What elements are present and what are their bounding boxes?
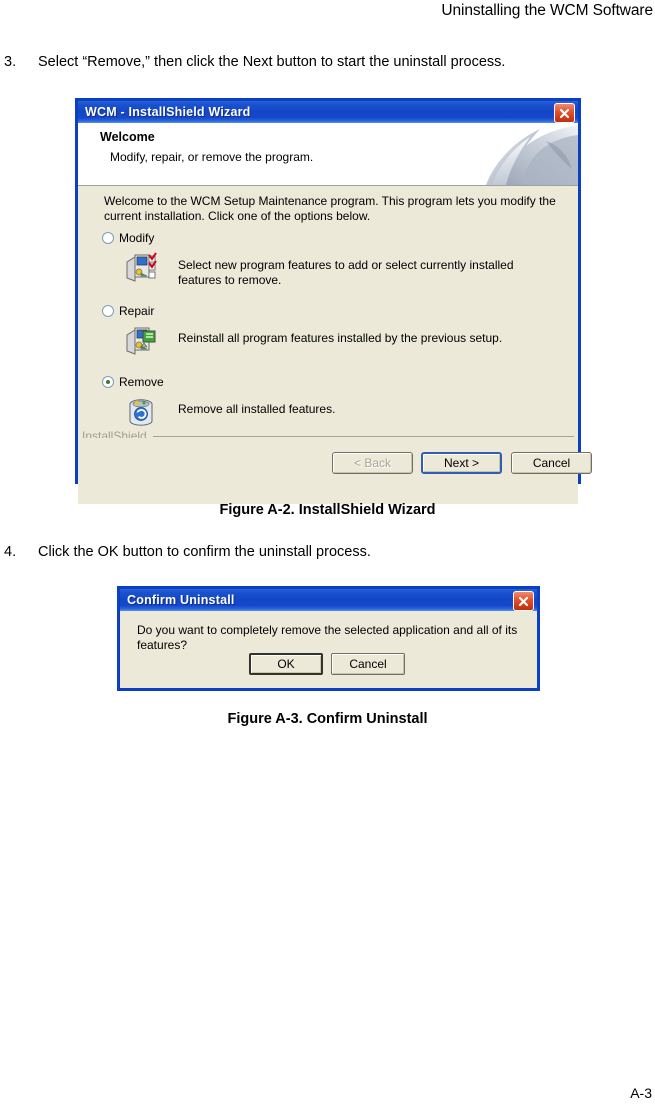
- page-header-title: Uninstalling the WCM Software: [441, 2, 653, 19]
- figure-caption-a3: Figure A-3. Confirm Uninstall: [227, 711, 428, 727]
- step-item-3: 3. Select “Remove,” then click the Next b…: [0, 52, 640, 72]
- installshield-wizard-titlebar: WCM - InstallShield Wizard: [78, 101, 578, 123]
- step-text: Select “Remove,” then click the Next but…: [38, 54, 506, 70]
- repair-features-icon: [124, 324, 158, 358]
- radio-label-modify: Modify: [119, 230, 155, 245]
- page-header: Uninstalling the WCM Software: [0, 0, 655, 26]
- wizard-header-title: Welcome: [100, 130, 155, 144]
- radio-row-remove[interactable]: Remove: [102, 374, 554, 389]
- modify-features-icon: [124, 251, 158, 285]
- step-text: Click the OK button to confirm the unins…: [38, 544, 371, 560]
- confirm-message: Do you want to completely remove the sel…: [137, 623, 518, 652]
- recycle-bin-icon: [124, 395, 158, 429]
- page-number: A-3: [630, 1085, 652, 1101]
- radio-repair[interactable]: [102, 304, 114, 317]
- step-number: 4.: [4, 544, 17, 560]
- radio-row-modify[interactable]: Modify: [102, 230, 554, 245]
- next-button[interactable]: Next >: [421, 452, 502, 474]
- wizard-footer: < Back Next > Cancel: [78, 438, 592, 504]
- option-description-modify: Select new program features to add or se…: [178, 258, 514, 287]
- confirm-uninstall-body: Do you want to completely remove the sel…: [120, 611, 537, 688]
- divider: [152, 435, 574, 437]
- radio-remove[interactable]: [102, 375, 114, 388]
- window-title: WCM - InstallShield Wizard: [85, 105, 251, 119]
- confirm-uninstall-titlebar: Confirm Uninstall: [120, 589, 537, 611]
- radio-modify[interactable]: [102, 231, 114, 244]
- option-detail-remove: Remove all installed features.: [102, 395, 554, 429]
- wizard-header-subtitle: Modify, repair, or remove the program.: [110, 150, 314, 164]
- option-modify[interactable]: Modify Select new program features to ad…: [102, 230, 554, 287]
- close-icon[interactable]: [513, 591, 534, 611]
- ok-button[interactable]: OK: [249, 653, 323, 675]
- option-description-remove: Remove all installed features.: [178, 402, 336, 416]
- dialog-title: Confirm Uninstall: [127, 593, 235, 607]
- step-number: 3.: [4, 54, 17, 70]
- radio-label-repair: Repair: [119, 303, 155, 318]
- radio-row-repair[interactable]: Repair: [102, 303, 554, 318]
- wizard-intro-text: Welcome to the WCM Setup Maintenance pro…: [104, 194, 556, 223]
- figure-caption-a2: Figure A-2. InstallShield Wizard: [219, 502, 436, 518]
- option-detail-modify: Select new program features to add or se…: [102, 251, 554, 287]
- wizard-banner-artwork-icon: [468, 123, 578, 185]
- close-icon[interactable]: [554, 103, 575, 123]
- installshield-wizard-window: WCM - InstallShield Wizard Welcome Modif…: [75, 98, 592, 504]
- option-remove[interactable]: Remove Remove all installed features.: [102, 374, 554, 429]
- page-footer: A-3: [0, 1085, 655, 1101]
- step-item-4: 4. Click the OK button to confirm the uni…: [0, 542, 640, 562]
- wizard-body: Welcome to the WCM Setup Maintenance pro…: [78, 186, 592, 504]
- option-description-repair: Reinstall all program features installed…: [178, 331, 503, 345]
- wizard-header-banner: Welcome Modify, repair, or remove the pr…: [78, 123, 578, 186]
- option-repair[interactable]: Repair Reinstall all program features in…: [102, 303, 554, 358]
- radio-label-remove: Remove: [119, 374, 164, 389]
- cancel-button[interactable]: Cancel: [331, 653, 405, 675]
- cancel-button[interactable]: Cancel: [511, 452, 592, 474]
- back-button[interactable]: < Back: [332, 452, 413, 474]
- confirm-uninstall-dialog: Confirm Uninstall Do you want to complet…: [117, 586, 540, 691]
- option-detail-repair: Reinstall all program features installed…: [102, 324, 554, 358]
